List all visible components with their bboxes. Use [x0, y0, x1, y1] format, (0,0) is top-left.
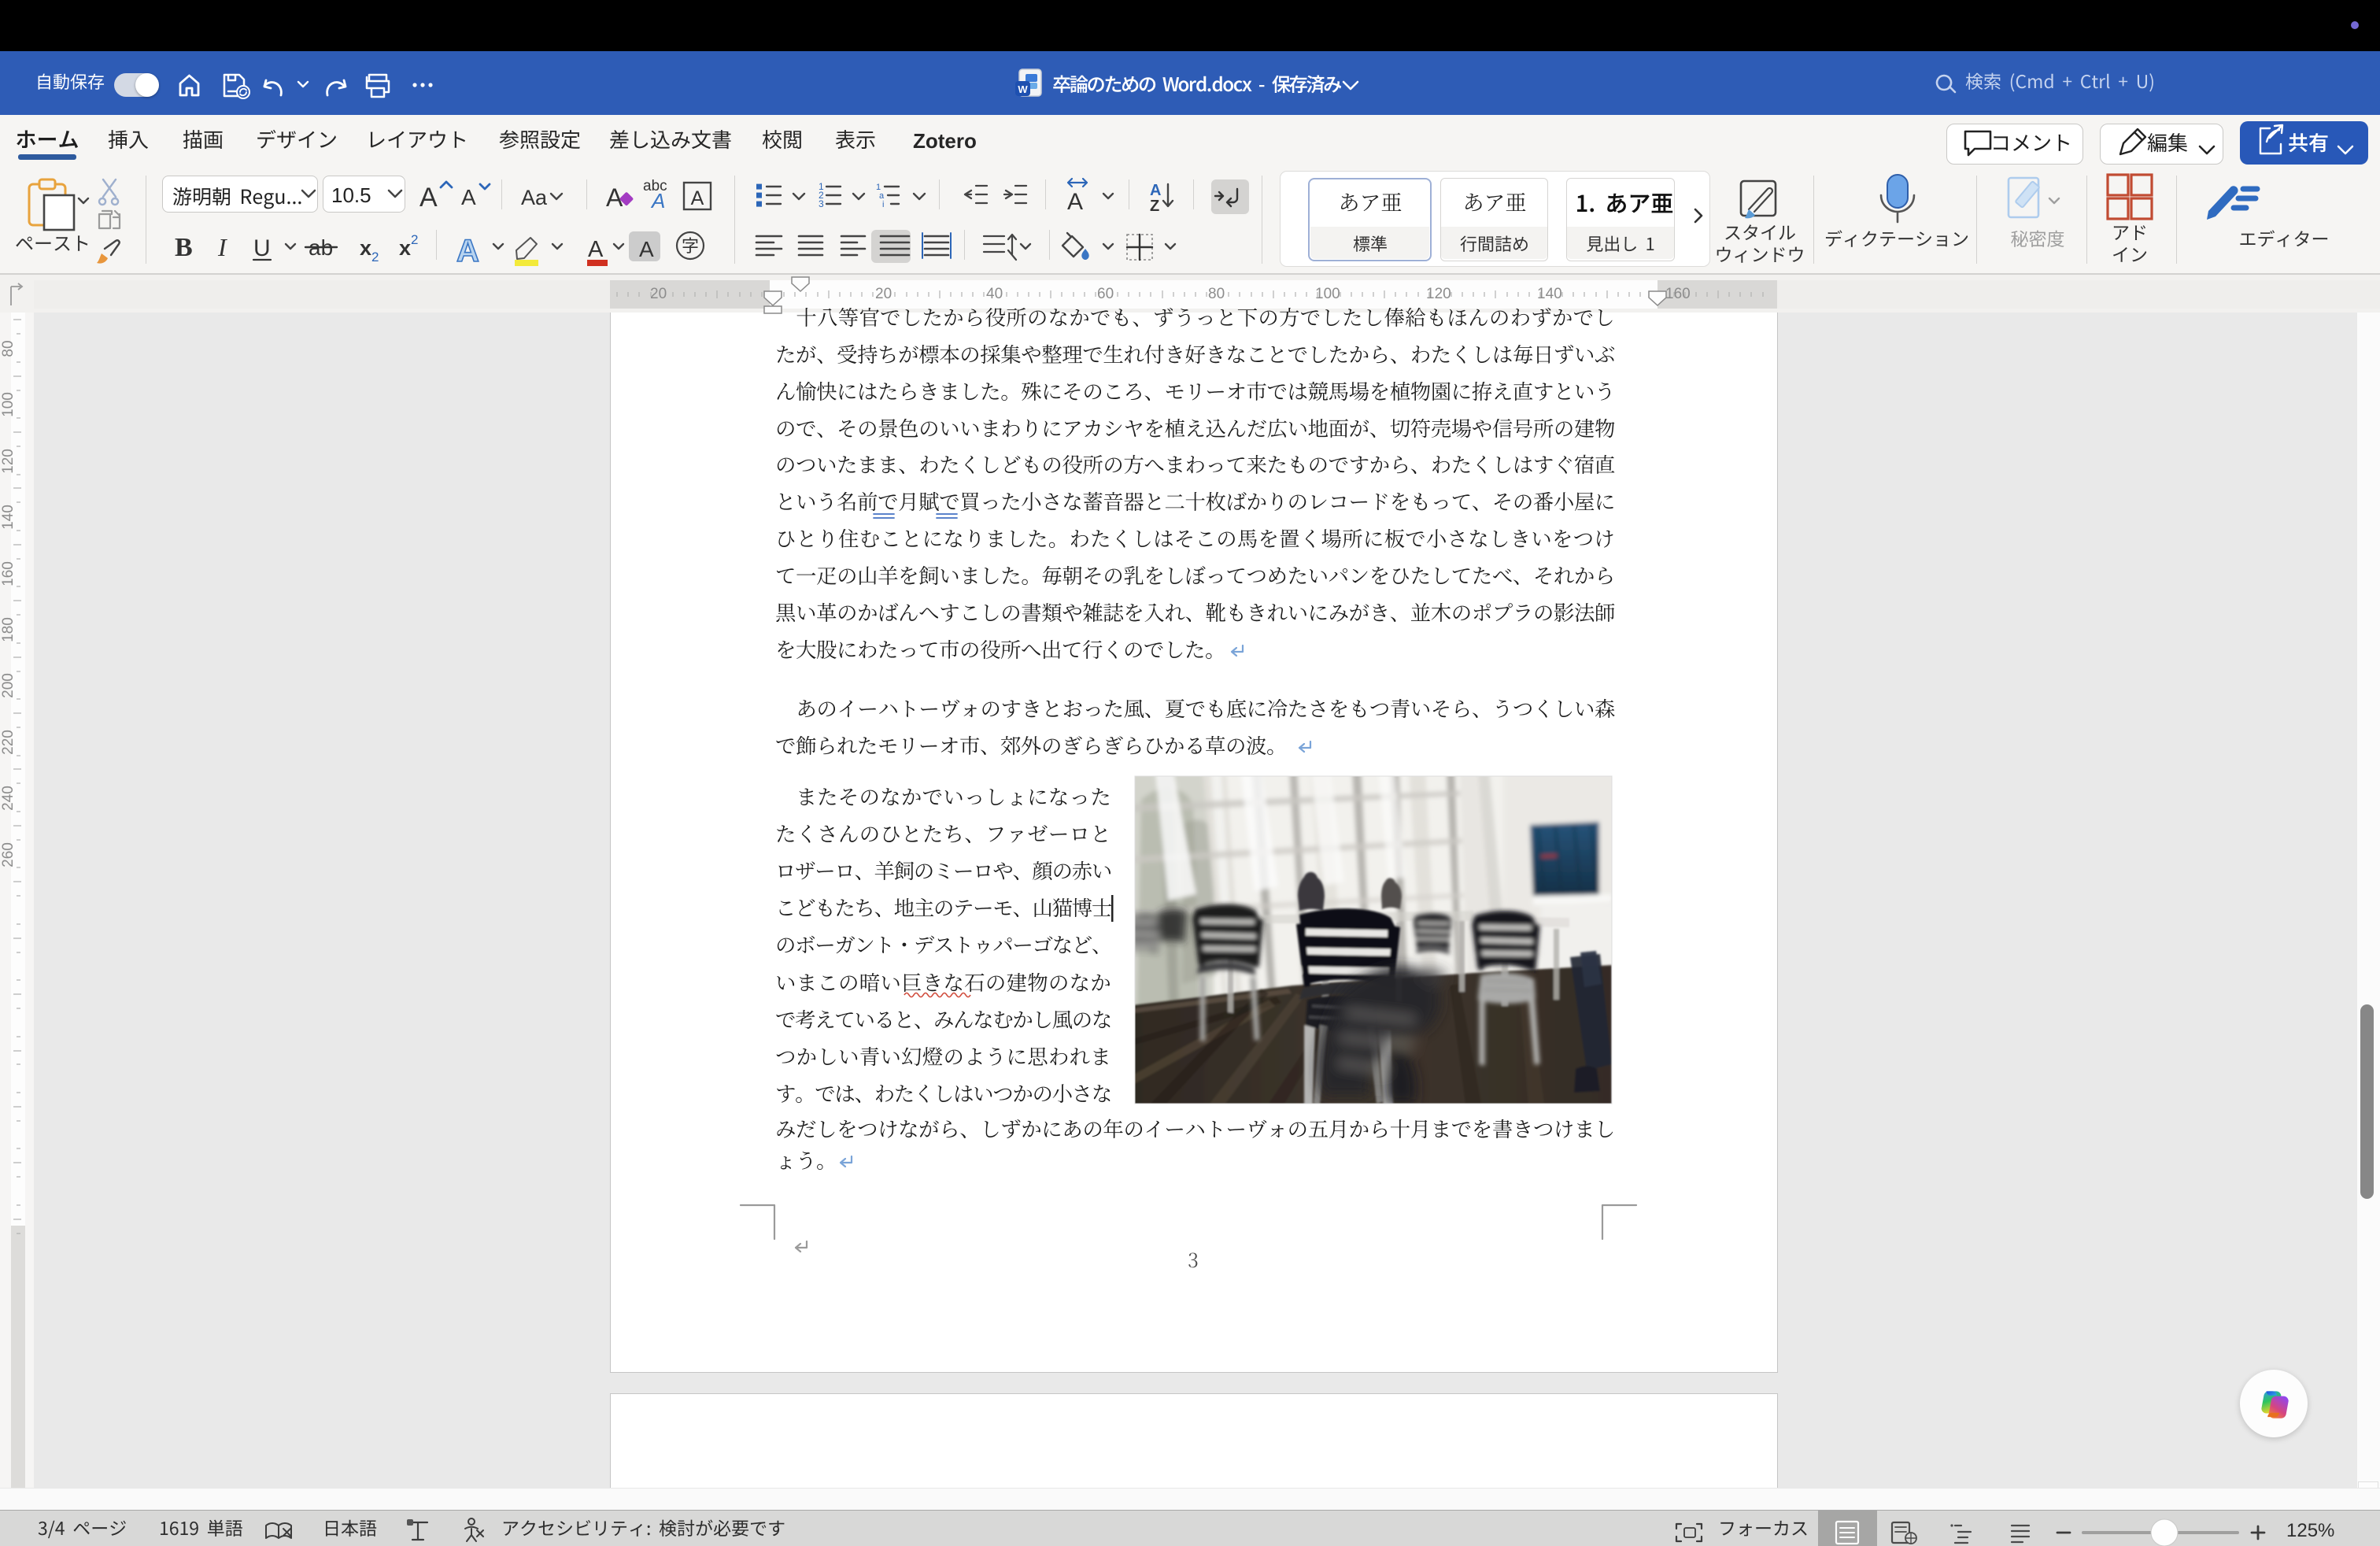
svg-text:2: 2	[371, 250, 379, 264]
svg-text:A: A	[588, 237, 604, 262]
svg-text:Z: Z	[1150, 198, 1159, 215]
svg-text:W: W	[1018, 83, 1028, 95]
svg-text:A: A	[1067, 189, 1083, 215]
svg-text:x: x	[399, 236, 411, 260]
svg-text:Aa: Aa	[521, 186, 548, 209]
svg-text:A: A	[419, 183, 438, 213]
svg-text:A: A	[1150, 182, 1161, 199]
svg-text:i: i	[882, 200, 884, 209]
svg-text:3: 3	[819, 198, 824, 209]
svg-text:A: A	[639, 237, 654, 261]
svg-text:A: A	[650, 189, 665, 213]
svg-text:A: A	[456, 234, 479, 268]
svg-text:A: A	[461, 185, 476, 209]
svg-text:x: x	[360, 236, 371, 260]
svg-text:B: B	[175, 233, 193, 262]
svg-text:U: U	[253, 235, 271, 261]
svg-text:A: A	[691, 187, 704, 209]
svg-text:I: I	[217, 233, 227, 261]
svg-text:2: 2	[411, 232, 418, 247]
